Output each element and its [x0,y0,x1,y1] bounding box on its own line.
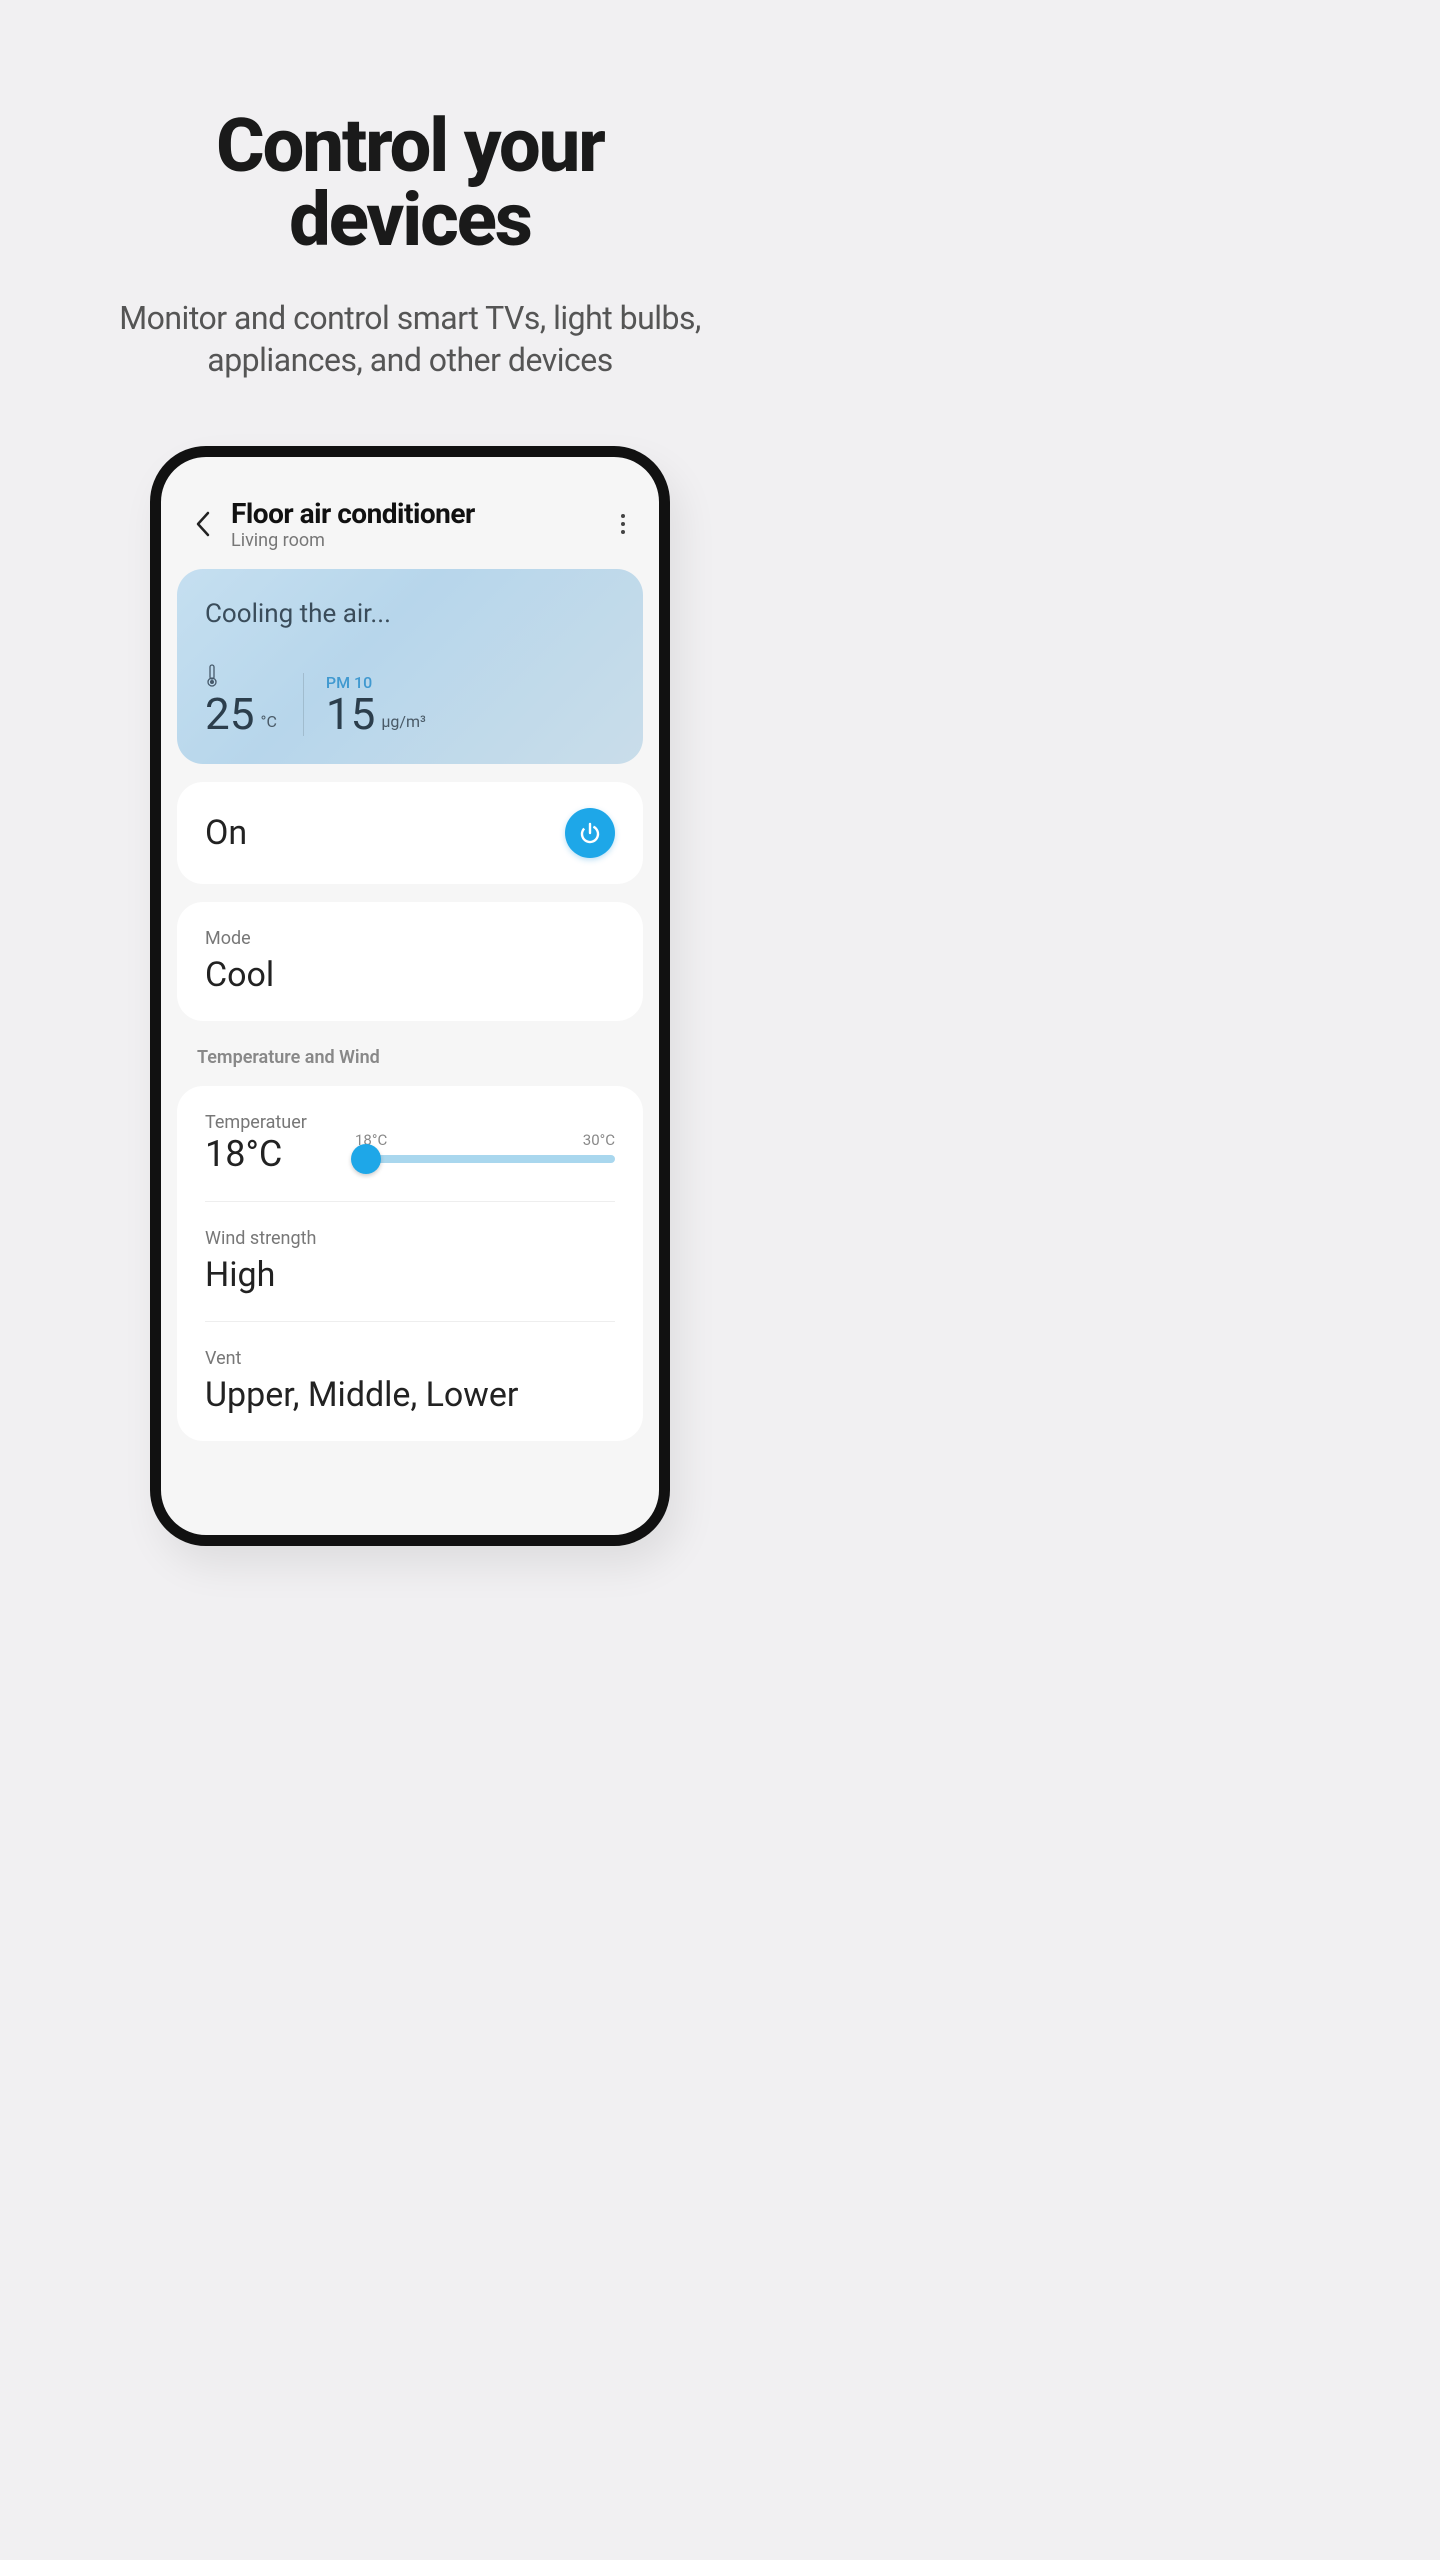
vent-label: Vent [205,1348,615,1369]
temperature-slider[interactable]: 18°C 30°C [355,1125,615,1163]
metric-pm-unit: μg/m³ [381,714,426,730]
metric-temperature: 25 °C [205,663,303,736]
mode-value: Cool [205,955,615,995]
temperature-value: 18°C [205,1133,355,1175]
slider-max: 30°C [583,1131,615,1149]
wind-label: Wind strength [205,1228,615,1249]
chevron-left-icon [195,511,211,537]
divider [205,1321,615,1322]
slider-track[interactable] [355,1155,615,1163]
metric-temp-row: 25 °C [205,692,277,736]
temperature-label: Temperatuer [205,1112,355,1133]
vent-value: Upper, Middle, Lower [205,1375,615,1415]
device-subtitle: Living room [231,530,611,551]
back-button[interactable] [185,506,221,542]
device-title: Floor air conditioner [231,497,611,530]
title-block: Floor air conditioner Living room [221,497,611,551]
metric-pm: PM 10 15 μg/m³ [303,673,426,736]
wind-value: High [205,1255,615,1295]
hero-section: Control your devices Monitor and control… [0,0,820,381]
hero-subtitle: Monitor and control smart TVs, light bul… [0,298,820,381]
phone-screen: Floor air conditioner Living room Coolin… [161,457,659,1441]
status-card: Cooling the air... 25 °C [177,569,643,764]
metric-pm-value: 15 [326,692,375,736]
wind-row[interactable]: Wind strength High [205,1228,615,1295]
metric-temp-unit: °C [260,714,276,730]
power-label: On [205,813,247,853]
hero-title: Control your devices [0,110,820,258]
metric-pm-row: 15 μg/m³ [326,692,426,736]
divider [205,1201,615,1202]
status-metrics: 25 °C PM 10 15 μg/m³ [205,663,615,736]
more-vertical-icon [620,513,626,535]
power-button[interactable] [565,808,615,858]
mode-label: Mode [205,928,615,949]
metric-temp-value: 25 [205,692,254,736]
app-header: Floor air conditioner Living room [177,473,643,565]
more-button[interactable] [611,506,635,542]
phone-frame: Floor air conditioner Living room Coolin… [150,446,670,1546]
mode-card[interactable]: Mode Cool [177,902,643,1021]
vent-row[interactable]: Vent Upper, Middle, Lower [205,1348,615,1415]
section-label: Temperature and Wind [197,1047,639,1068]
status-text: Cooling the air... [205,599,615,629]
power-card[interactable]: On [177,782,643,884]
temp-wind-card: Temperatuer 18°C 18°C 30°C Wind strength… [177,1086,643,1441]
power-icon [578,821,602,845]
hero-title-line2: devices [289,177,531,264]
slider-thumb[interactable] [351,1144,381,1174]
temperature-row: Temperatuer 18°C 18°C 30°C [205,1112,615,1175]
